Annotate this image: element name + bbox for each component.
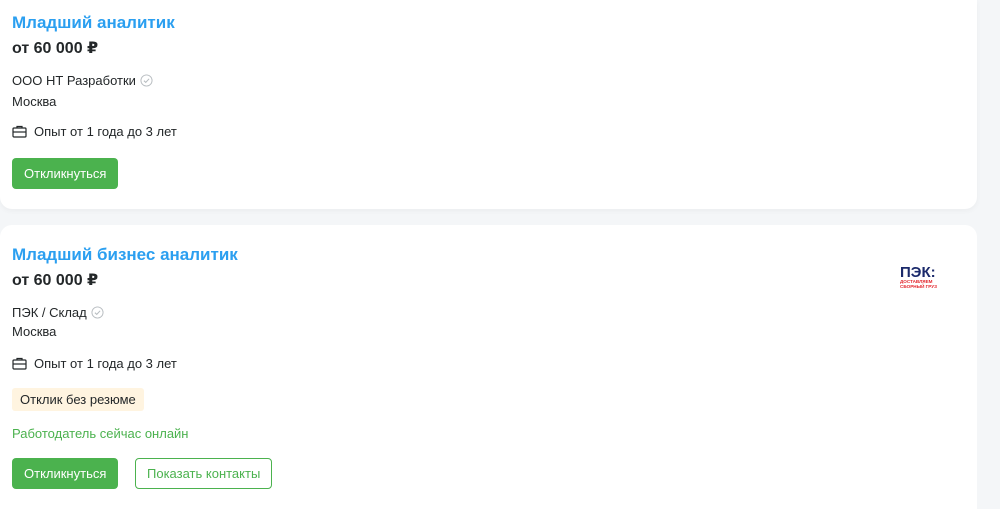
vacancy-title[interactable]: Младший аналитик <box>12 13 175 33</box>
vacancy-title[interactable]: Младший бизнес аналитик <box>12 245 238 265</box>
respond-button[interactable]: Откликнуться <box>12 458 119 489</box>
company-name[interactable]: ООО НТ Разработки <box>12 73 136 88</box>
no-resume-badge: Отклик без резюме <box>12 388 144 411</box>
company-row: ПЭК / Склад <box>12 305 104 320</box>
experience-text: Опыт от 1 года до 3 лет <box>34 124 177 139</box>
briefcase-icon <box>12 357 27 370</box>
company-name[interactable]: ПЭК / Склад <box>12 305 87 320</box>
respond-button[interactable]: Откликнуться <box>12 158 119 189</box>
vacancy-city: Москва <box>12 324 57 339</box>
briefcase-icon <box>12 125 27 138</box>
vacancy-card: Младший аналитик от 60 000 ₽ ООО НТ Разр… <box>0 0 977 209</box>
vacancy-card: Младший бизнес аналитик от 60 000 ₽ ПЭК … <box>0 225 977 509</box>
experience-row: Опыт от 1 года до 3 лет <box>12 124 177 139</box>
vacancy-salary: от 60 000 ₽ <box>12 40 99 57</box>
company-logo[interactable]: ПЭК: ДОСТАВЛЯЕМ СБОРНЫЙ ГРУЗ <box>900 264 946 290</box>
verified-check-icon <box>91 306 104 319</box>
experience-row: Опыт от 1 года до 3 лет <box>12 356 177 371</box>
show-contacts-button[interactable]: Показать контакты <box>135 458 273 489</box>
employer-online-status: Работодатель сейчас онлайн <box>12 426 189 441</box>
logo-tagline-2: СБОРНЫЙ ГРУЗ <box>900 282 937 289</box>
company-row: ООО НТ Разработки <box>12 73 153 88</box>
experience-text: Опыт от 1 года до 3 лет <box>34 356 177 371</box>
vacancy-city: Москва <box>12 94 57 109</box>
verified-check-icon <box>140 74 153 87</box>
vacancy-salary: от 60 000 ₽ <box>12 272 99 289</box>
